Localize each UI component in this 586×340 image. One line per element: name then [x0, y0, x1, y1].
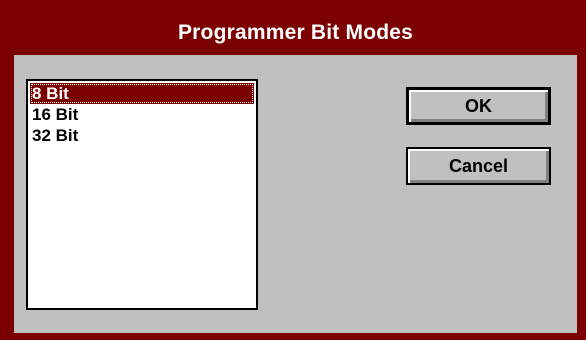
dialog-window: Programmer Bit Modes 8 Bit 16 Bit 32 Bit… — [0, 0, 586, 340]
dialog-title: Programmer Bit Modes — [177, 21, 414, 44]
ok-button[interactable]: OK — [406, 87, 551, 125]
list-item-8-bit[interactable]: 8 Bit — [30, 83, 254, 104]
dialog-client-area: 8 Bit 16 Bit 32 Bit OK Cancel — [14, 55, 577, 333]
list-item-16-bit[interactable]: 16 Bit — [30, 104, 254, 125]
list-item-32-bit[interactable]: 32 Bit — [30, 125, 254, 146]
bit-mode-listbox[interactable]: 8 Bit 16 Bit 32 Bit — [26, 79, 258, 310]
title-bar[interactable]: Programmer Bit Modes — [14, 16, 577, 50]
cancel-button[interactable]: Cancel — [406, 147, 551, 185]
